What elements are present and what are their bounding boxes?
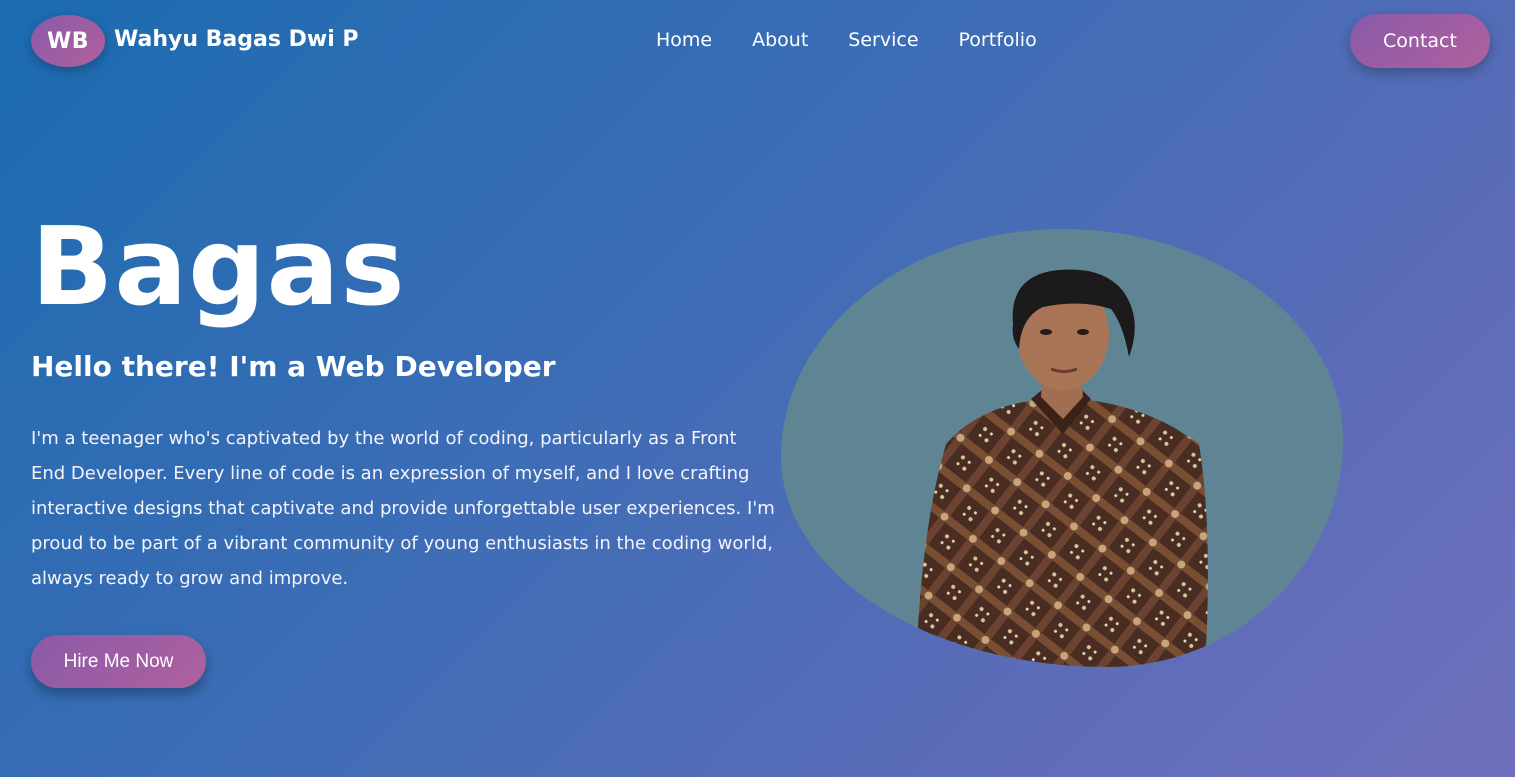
hero-subtitle: Hello there! I'm a Web Developer	[31, 350, 556, 383]
main-nav: Home About Service Portfolio	[656, 26, 1037, 54]
nav-service-link[interactable]: Service	[848, 26, 918, 54]
profile-photo	[916, 269, 1208, 667]
hero-description: I'm a teenager who's captivated by the w…	[31, 428, 775, 589]
brand-name[interactable]: Wahyu Bagas Dwi P	[114, 26, 359, 54]
contact-button[interactable]: Contact	[1350, 14, 1490, 68]
profile-photo-frame	[781, 229, 1343, 667]
hire-me-button[interactable]: Hire Me Now	[31, 635, 206, 688]
logo-badge[interactable]: WB	[31, 15, 105, 67]
nav-portfolio-link[interactable]: Portfolio	[959, 26, 1037, 54]
nav-home-link[interactable]: Home	[656, 26, 712, 54]
logo-initials: WB	[46, 28, 90, 54]
hero-name: Bagas	[31, 205, 406, 330]
nav-about-link[interactable]: About	[752, 26, 808, 54]
